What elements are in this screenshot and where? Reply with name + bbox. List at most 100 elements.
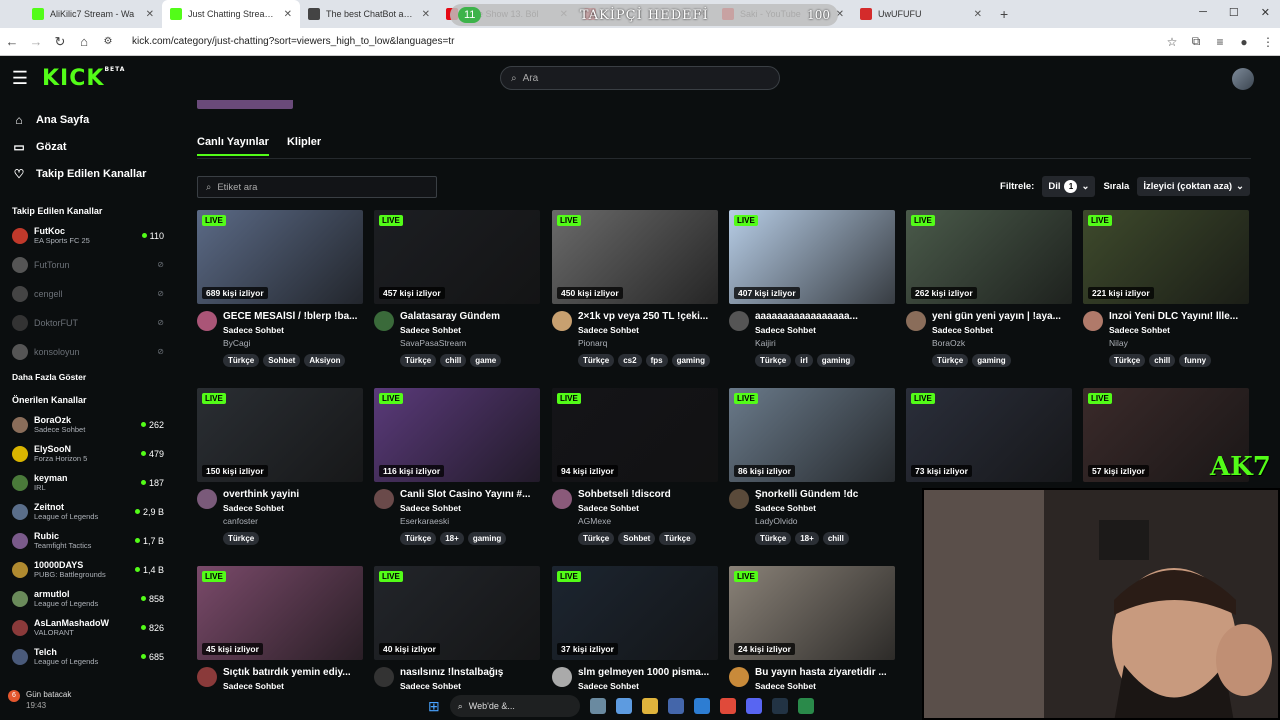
stream-title[interactable]: aaaaaaaaaaaaaaaaa... <box>755 311 895 322</box>
taskbar-app-icon[interactable] <box>589 698 606 714</box>
stream-thumbnail[interactable]: LIVE 40 kişi izliyor <box>374 566 540 660</box>
sidebar-channel[interactable]: 10000DAYS PUBG: Battlegrounds 1,4 B <box>0 555 176 584</box>
stream-title[interactable]: overthink yayini <box>223 489 363 500</box>
stream-title[interactable]: GECE MESAİSİ / !blerp !ba... <box>223 311 363 322</box>
stream-thumbnail[interactable]: LIVE 37 kişi izliyor <box>552 566 718 660</box>
back-icon[interactable]: ← <box>0 34 24 49</box>
tab-close-icon[interactable]: ✕ <box>146 9 154 20</box>
stream-thumbnail[interactable]: LIVE 221 kişi izliyor <box>1083 210 1249 304</box>
maximize-icon[interactable]: ☐ <box>1229 6 1239 19</box>
streamer-name[interactable]: LadyOlvido <box>755 516 895 526</box>
forward-icon[interactable]: → <box>24 34 48 49</box>
stream-title[interactable]: yeni gün yeni yayın | !aya... <box>932 311 1072 322</box>
stream-category[interactable]: Sadece Sohbet <box>223 503 363 513</box>
language-filter[interactable]: Dil 1 ⌄ <box>1042 176 1096 197</box>
tag-chip[interactable]: Türkçe <box>223 354 260 367</box>
browser-tab[interactable]: UwUFUFU ✕ <box>852 0 990 28</box>
sidebar-nav-item[interactable]: ⌂ Ana Sayfa <box>0 106 176 133</box>
sidebar-channel[interactable]: Zeitnot League of Legends 2,9 B <box>0 497 176 526</box>
stream-category[interactable]: Sadece Sohbet <box>578 325 718 335</box>
stream-thumbnail[interactable]: LIVE 689 kişi izliyor <box>197 210 363 304</box>
media-icon[interactable]: ≡ <box>1208 35 1232 49</box>
stream-thumbnail[interactable]: LIVE 457 kişi izliyor <box>374 210 540 304</box>
stream-card[interactable]: LIVE 150 kişi izliyor overthink yayini Sade… <box>197 388 363 545</box>
tag-chip[interactable]: 18+ <box>795 532 819 545</box>
discord-icon[interactable] <box>745 698 762 714</box>
site-info-icon[interactable]: ⚙ <box>96 36 120 47</box>
new-tab-button[interactable]: + <box>1000 6 1008 22</box>
stream-title[interactable]: nasılsınız !İnstalbağış <box>400 667 540 678</box>
tag-chip[interactable]: Aksiyon <box>304 354 346 367</box>
taskbar-app-icon[interactable] <box>615 698 632 714</box>
close-window-icon[interactable]: ✕ <box>1261 6 1270 19</box>
stream-card[interactable]: LIVE 24 kişi izliyor Bu yayın hasta ziyare… <box>729 566 895 691</box>
streamer-avatar[interactable] <box>729 667 749 687</box>
tag-chip[interactable]: 18+ <box>440 532 464 545</box>
sidebar-channel[interactable]: cengell ⊘ <box>0 279 176 308</box>
sidebar-channel[interactable]: AsLanMashadoW VALORANT 826 <box>0 613 176 642</box>
stream-category[interactable]: Sadece Sohbet <box>578 681 718 691</box>
browser-tab[interactable]: AliKilic7 Stream - Wa ✕ <box>24 0 162 28</box>
stream-card[interactable]: LIVE 37 kişi izliyor slm gelmeyen 1000 pis… <box>552 566 718 691</box>
streamer-avatar[interactable] <box>197 489 217 509</box>
stream-card[interactable]: LIVE 407 kişi izliyor aaaaaaaaaaaaaaaaa...… <box>729 210 895 367</box>
tab-close-icon[interactable]: ✕ <box>284 9 292 20</box>
tag-chip[interactable]: chill <box>1149 354 1176 367</box>
browser-tab[interactable]: Just Chatting Streaming ✕ <box>162 0 300 28</box>
sidebar-nav-item[interactable]: ♡ Takip Edilen Kanallar <box>0 160 176 187</box>
tag-chip[interactable]: chill <box>440 354 467 367</box>
streamer-avatar[interactable] <box>552 311 572 331</box>
stream-title[interactable]: slm gelmeyen 1000 pisma... <box>578 667 718 678</box>
sidebar-channel[interactable]: keyman IRL 187 <box>0 468 176 497</box>
search-input[interactable]: ⌕ Ara <box>500 66 780 90</box>
stream-thumbnail[interactable]: LIVE 45 kişi izliyor <box>197 566 363 660</box>
stream-thumbnail[interactable]: LIVE 86 kişi izliyor <box>729 388 895 482</box>
stream-card[interactable]: LIVE 94 kişi izliyor Sohbetseli !discord Sa… <box>552 388 718 545</box>
stream-card[interactable]: LIVE 262 kişi izliyor yeni gün yeni yayın … <box>906 210 1072 367</box>
tag-chip[interactable]: cs2 <box>618 354 642 367</box>
sidebar-channel[interactable]: Rubic Teamfight Tactics 1,7 B <box>0 526 176 555</box>
stream-title[interactable]: Inzoi Yeni DLC Yayını! İlle... <box>1109 311 1249 322</box>
stream-title[interactable]: Şnorkelli Gündem !dc <box>755 489 895 500</box>
stream-category[interactable]: Sadece Sohbet <box>755 325 895 335</box>
stream-thumbnail[interactable]: LIVE 262 kişi izliyor <box>906 210 1072 304</box>
stream-title[interactable]: Canli Slot Casino Yayını #... <box>400 489 540 500</box>
tag-chip[interactable]: Sohbet <box>263 354 301 367</box>
stream-card[interactable]: LIVE 457 kişi izliyor Galatasaray Gündem Sa… <box>374 210 540 367</box>
streamer-avatar[interactable] <box>197 667 217 687</box>
sidebar-nav-item[interactable]: ▭ Gözat <box>0 133 176 160</box>
tag-chip[interactable]: Türkçe <box>755 532 792 545</box>
url-field[interactable]: kick.com/category/just-chatting?sort=vie… <box>132 36 1160 47</box>
folder-icon[interactable] <box>641 698 658 714</box>
outlook-icon[interactable] <box>693 698 710 714</box>
streamer-name[interactable]: AGMexe <box>578 516 718 526</box>
tag-chip[interactable]: Türkçe <box>400 354 437 367</box>
tab-live-streams[interactable]: Canlı Yayınlar <box>197 136 269 156</box>
stream-thumbnail[interactable]: LIVE 94 kişi izliyor <box>552 388 718 482</box>
tag-search-input[interactable]: ⌕ Etiket ara <box>197 176 437 198</box>
profile-icon[interactable]: ● <box>1232 35 1256 49</box>
steam-icon[interactable] <box>771 698 788 714</box>
taskbar-app-icon[interactable] <box>667 698 684 714</box>
tag-chip[interactable]: gaming <box>816 354 856 367</box>
sidebar-channel[interactable]: BoraOzk Sadece Sohbet 262 <box>0 410 176 439</box>
bookmark-star-icon[interactable]: ☆ <box>1160 35 1184 49</box>
tag-chip[interactable]: chill <box>822 532 849 545</box>
kick-logo[interactable]: KICKBETA <box>42 66 125 91</box>
stream-thumbnail[interactable]: LIVE 450 kişi izliyor <box>552 210 718 304</box>
stream-thumbnail[interactable]: LIVE 24 kişi izliyor <box>729 566 895 660</box>
show-more-link[interactable]: Daha Fazla Göster <box>0 366 176 388</box>
streamer-name[interactable]: Nilay <box>1109 338 1249 348</box>
stream-category[interactable]: Sadece Sohbet <box>932 325 1072 335</box>
extensions-icon[interactable]: ⧉ <box>1184 34 1208 49</box>
stream-thumbnail[interactable]: LIVE 116 kişi izliyor <box>374 388 540 482</box>
streamer-name[interactable]: BoraOzk <box>932 338 1072 348</box>
stream-thumbnail[interactable]: LIVE 73 kişi izliyor <box>906 388 1072 482</box>
stream-card[interactable]: LIVE 45 kişi izliyor Sıçtık batırdık yemin… <box>197 566 363 691</box>
stream-category[interactable]: Sadece Sohbet <box>400 503 540 513</box>
tag-chip[interactable]: Türkçe <box>755 354 792 367</box>
chrome-icon[interactable] <box>719 698 736 714</box>
streamer-avatar[interactable] <box>374 311 394 331</box>
tag-chip[interactable]: Türkçe <box>578 532 615 545</box>
streamer-name[interactable]: Eserkaraeski <box>400 516 540 526</box>
